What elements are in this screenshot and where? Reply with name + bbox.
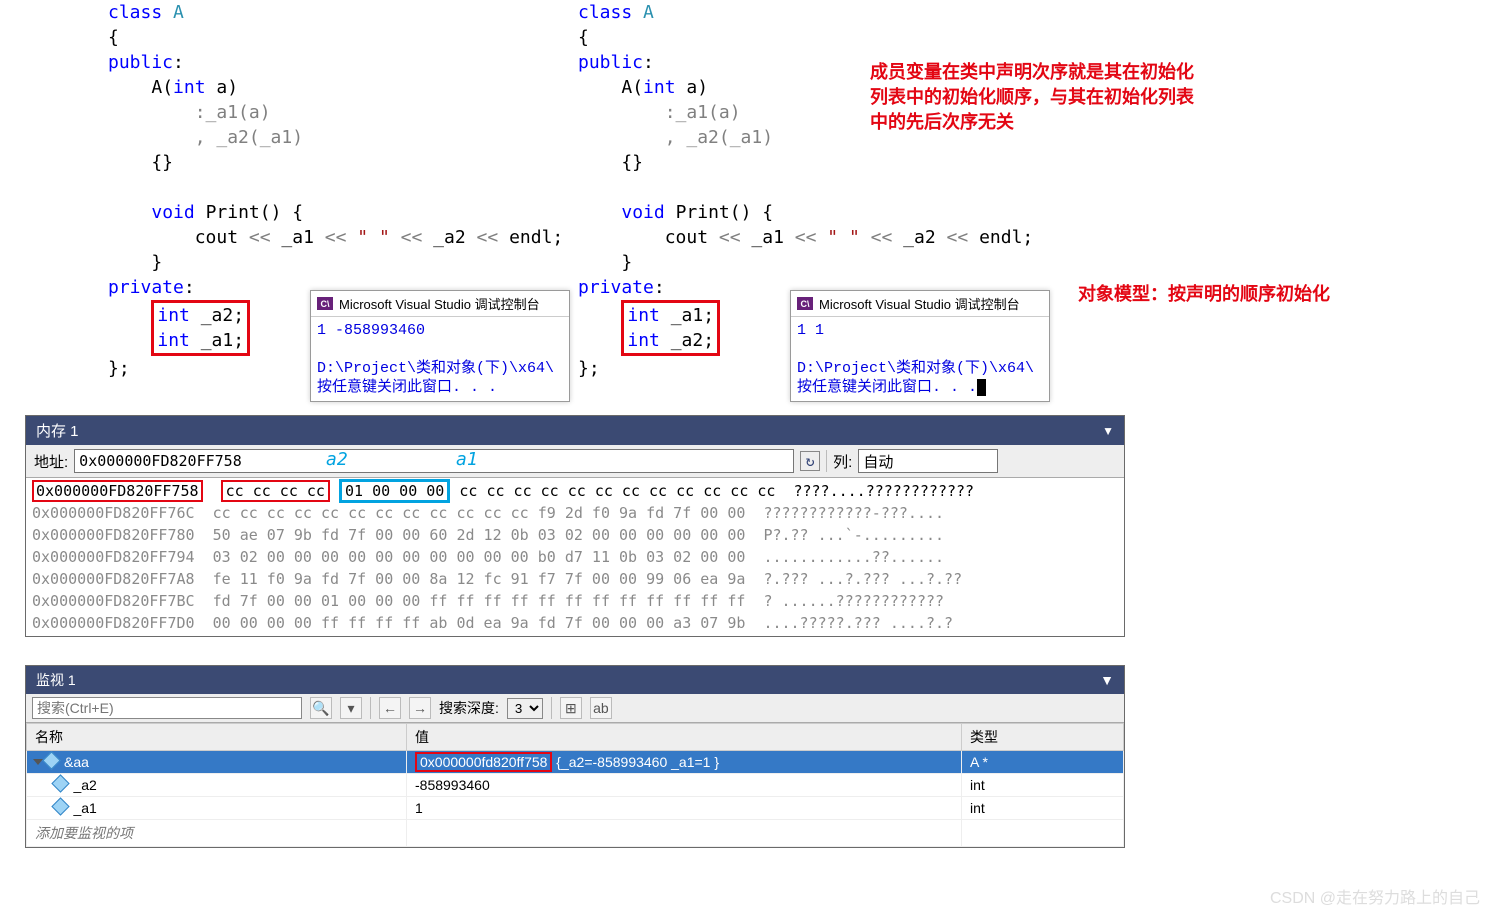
watermark: CSDN @走在努力路上的自己: [1270, 884, 1480, 908]
watch-add-row[interactable]: 添加要监视的项: [27, 820, 1124, 847]
watch-row[interactable]: _a2-858993460int: [27, 774, 1124, 797]
memory-address-input[interactable]: [74, 449, 794, 473]
watch-row[interactable]: &aa0x000000fd820ff758 {_a2=-858993460 _a…: [27, 751, 1124, 774]
watch-row[interactable]: _a11int: [27, 797, 1124, 820]
memory-address-bar: 地址: a2 a1 ↻ 列:: [26, 445, 1124, 478]
watch-table: 名称 值 类型 &aa0x000000fd820ff758 {_a2=-8589…: [26, 723, 1124, 847]
watch-title: 监视 1: [36, 670, 76, 690]
memory-panel: 内存 1 ▼ 地址: a2 a1 ↻ 列: 0x000000FD820FF758…: [25, 415, 1125, 637]
col-name[interactable]: 名称: [27, 724, 407, 751]
kw-class: class: [108, 2, 162, 23]
dropdown-icon[interactable]: ▾: [340, 697, 362, 719]
memory-title: 内存 1: [36, 420, 79, 441]
memory-row: 0x000000FD820FF780 50 ae 07 9b fd 7f 00 …: [32, 524, 1118, 546]
col-label: 列:: [833, 451, 852, 472]
console-title-left: C\Microsoft Visual Studio 调试控制台: [311, 291, 569, 317]
annotation-2: 对象模型：按声明的顺序初始化: [1078, 282, 1330, 307]
a1-overlay-label: a1: [456, 449, 478, 470]
annotation-1: 成员变量在类中声明次序就是其在初始化列表中的初始化顺序，与其在初始化列表中的先后…: [870, 60, 1200, 135]
memory-header[interactable]: 内存 1 ▼: [26, 416, 1124, 445]
console-body-right: 1 1 D:\Project\类和对象(下)\x64\ 按任意键关闭此窗口. .…: [791, 317, 1049, 401]
memory-row: 0x000000FD820FF7A8 fe 11 f0 9a fd 7f 00 …: [32, 568, 1118, 590]
tool-icon-1[interactable]: ⊞: [560, 697, 582, 719]
vs-icon: C\: [797, 297, 813, 310]
top-area: class A { public: A(int a) :_a1(a) , _a2…: [0, 0, 1490, 395]
watch-depth-select[interactable]: 3: [507, 698, 543, 719]
memory-row: 0x000000FD820FF794 03 02 00 00 00 00 00 …: [32, 546, 1118, 568]
memory-columns-input[interactable]: [858, 449, 998, 473]
collapse-icon[interactable]: ▼: [1102, 424, 1114, 438]
private-decl-box: int _a2; int _a1;: [151, 300, 250, 356]
nav-back-icon[interactable]: ←: [379, 697, 401, 719]
ctor-name: A: [151, 77, 162, 98]
search-icon[interactable]: 🔍: [310, 697, 332, 719]
depth-label: 搜索深度:: [439, 698, 499, 718]
private-decl-box-r: int _a1; int _a2;: [621, 300, 720, 356]
init-2: , _a2(_a1): [195, 127, 303, 148]
collapse-icon[interactable]: ▼: [1100, 672, 1114, 688]
console-title-right: C\Microsoft Visual Studio 调试控制台: [791, 291, 1049, 317]
memory-row: 0x000000FD820FF7D0 00 00 00 00 ff ff ff …: [32, 612, 1118, 634]
init-1: :_a1(a): [195, 102, 271, 123]
console-left: C\Microsoft Visual Studio 调试控制台 1 -85899…: [310, 290, 570, 402]
class-name: A: [173, 2, 184, 23]
memory-rows[interactable]: 0x000000FD820FF758 cc cc cc cc 01 00 00 …: [26, 478, 1124, 636]
a2-overlay-label: a2: [326, 449, 348, 470]
addr-label: 地址:: [34, 451, 68, 472]
tool-icon-2[interactable]: ab: [590, 697, 612, 719]
watch-header[interactable]: 监视 1 ▼: [26, 666, 1124, 694]
col-value[interactable]: 值: [407, 724, 962, 751]
kw-void: void: [151, 202, 194, 223]
watch-toolbar: 🔍 ▾ ← → 搜索深度: 3 ⊞ ab: [26, 694, 1124, 723]
watch-search-input[interactable]: [32, 697, 302, 719]
watch-panel: 监视 1 ▼ 🔍 ▾ ← → 搜索深度: 3 ⊞ ab 名称 值 类型 &aa0…: [25, 665, 1125, 848]
console-right: C\Microsoft Visual Studio 调试控制台 1 1 D:\P…: [790, 290, 1050, 402]
vs-icon: C\: [317, 297, 333, 310]
fn-name: Print: [206, 202, 260, 223]
kw-public: public: [108, 52, 173, 73]
memory-row: 0x000000FD820FF76C cc cc cc cc cc cc cc …: [32, 502, 1118, 524]
col-type[interactable]: 类型: [962, 724, 1124, 751]
refresh-icon[interactable]: ↻: [800, 451, 820, 471]
memory-row: 0x000000FD820FF758 cc cc cc cc 01 00 00 …: [32, 480, 1118, 502]
nav-forward-icon[interactable]: →: [409, 697, 431, 719]
cout: cout: [195, 227, 249, 248]
kw-private: private: [108, 277, 184, 298]
memory-row: 0x000000FD820FF7BC fd 7f 00 00 01 00 00 …: [32, 590, 1118, 612]
console-body-left: 1 -858993460 D:\Project\类和对象(下)\x64\ 按任意…: [311, 317, 569, 401]
